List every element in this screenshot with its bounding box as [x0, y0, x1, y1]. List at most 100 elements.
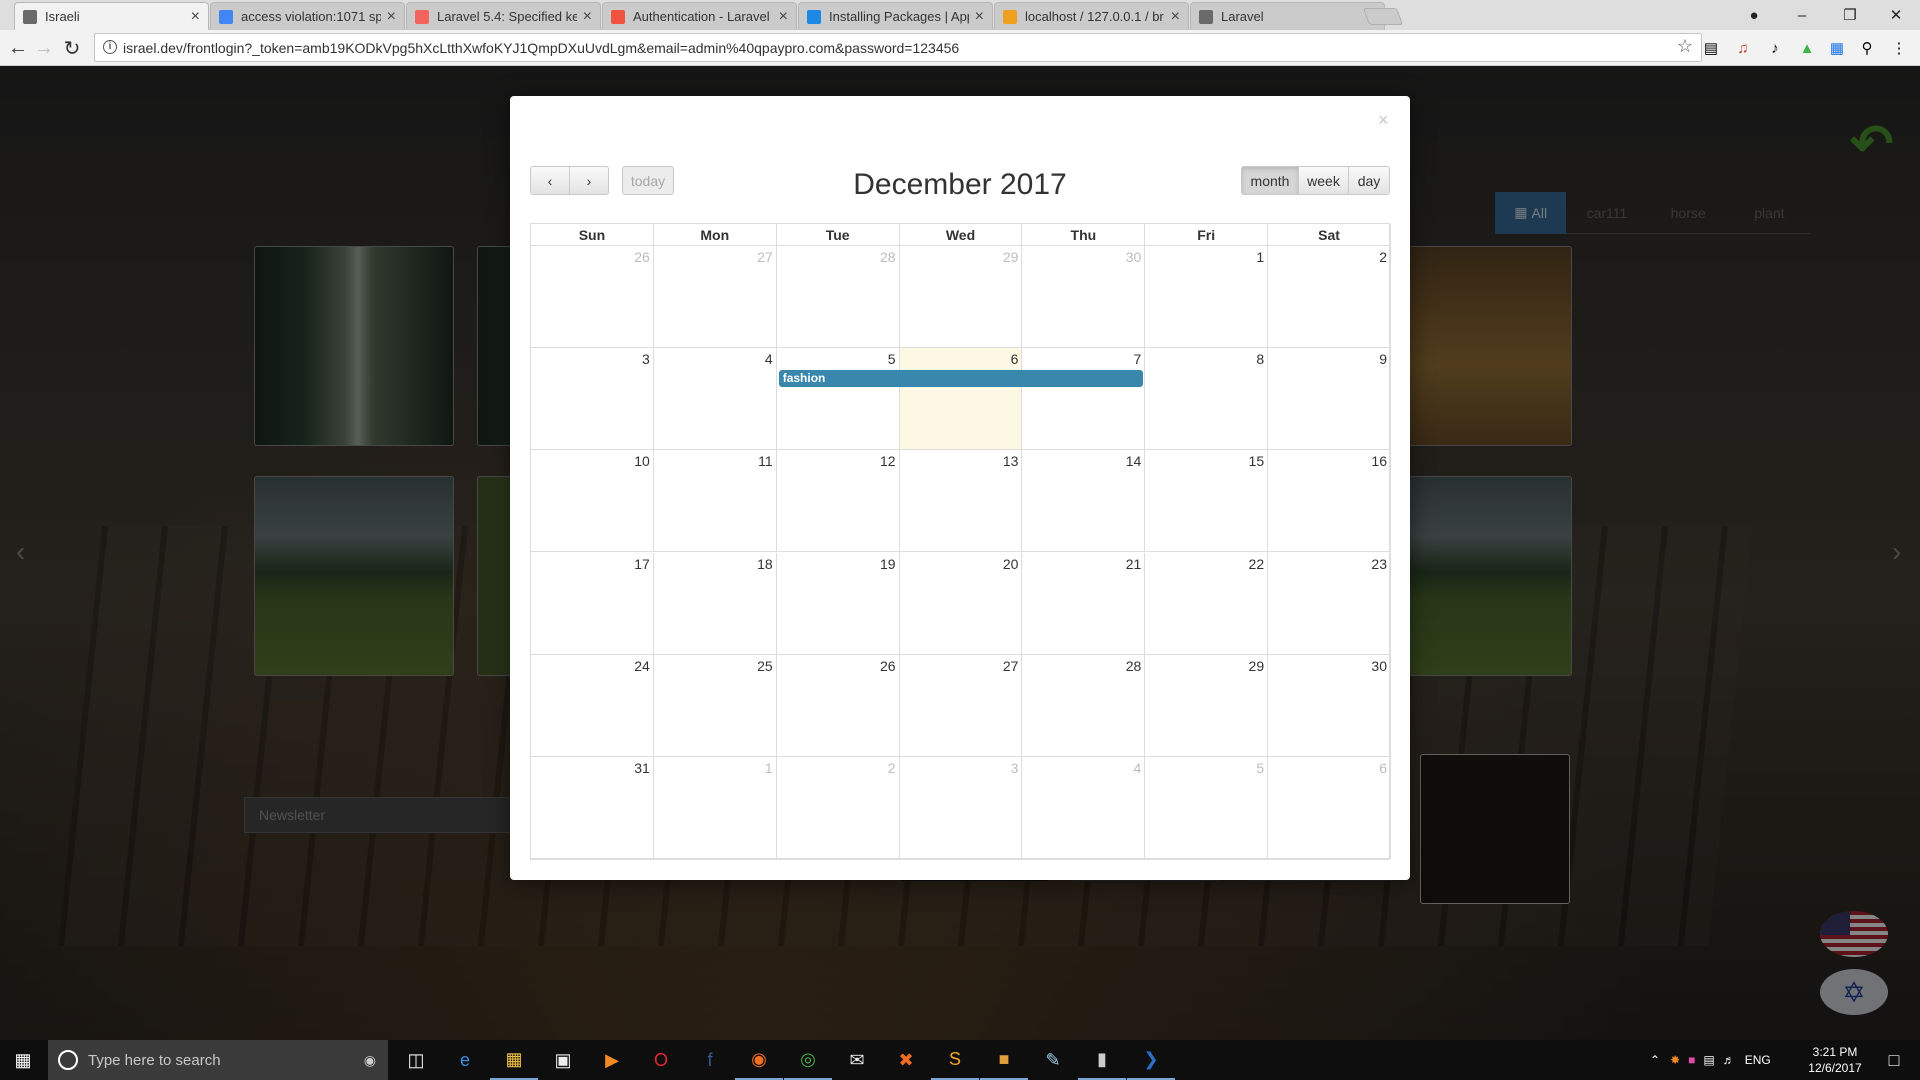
calendar-event[interactable]: fashion	[778, 370, 1144, 388]
day-cell[interactable]: 23	[1268, 552, 1391, 655]
day-cell[interactable]: 26	[776, 654, 900, 757]
taskbar-search-box[interactable]: Type here to search ◉	[48, 1040, 388, 1080]
back-button[interactable]: ←	[4, 34, 32, 62]
headphones-icon[interactable]: ♫	[1732, 37, 1754, 59]
day-cell[interactable]: 3	[899, 756, 1023, 859]
day-cell[interactable]: 27	[653, 246, 777, 349]
browser-tab[interactable]: access violation:1071 sp ×	[210, 2, 405, 30]
opera-icon[interactable]: O	[637, 1040, 685, 1080]
edge-icon[interactable]: e	[441, 1040, 489, 1080]
day-cell[interactable]: 1	[653, 756, 777, 859]
day-cell[interactable]: 16	[1268, 450, 1391, 553]
browser-tab[interactable]: Laravel 5.4: Specified key ×	[406, 2, 601, 30]
day-cell[interactable]: 9	[1268, 348, 1391, 451]
view-month-button[interactable]: month	[1241, 166, 1299, 195]
address-bar[interactable]: i israel.dev/frontlogin?_token=amb19KODk…	[94, 33, 1702, 62]
day-cell[interactable]: 21	[1022, 552, 1146, 655]
chrome-icon[interactable]: ◎	[784, 1040, 832, 1080]
volume-icon[interactable]: ♬	[1723, 1053, 1735, 1067]
modal-close-icon[interactable]: ×	[1378, 110, 1389, 131]
windows-start-button[interactable]: ▦	[0, 1040, 46, 1080]
reload-button[interactable]: ↻	[58, 34, 86, 62]
day-cell[interactable]: 5	[776, 348, 900, 451]
day-cell[interactable]: 20	[899, 552, 1023, 655]
action-center-icon[interactable]: □	[1870, 1040, 1918, 1080]
day-cell[interactable]: 7	[1022, 348, 1146, 451]
day-cell[interactable]: 27	[899, 654, 1023, 757]
tab-close-icon[interactable]: ×	[975, 8, 984, 26]
day-cell[interactable]: 2	[776, 756, 900, 859]
day-cell[interactable]: 2	[1268, 246, 1391, 349]
minimize-button[interactable]: –	[1778, 0, 1826, 30]
powershell-icon[interactable]: ❯	[1127, 1040, 1175, 1080]
language-indicator[interactable]: ENG	[1745, 1053, 1771, 1067]
tab-close-icon[interactable]: ×	[583, 8, 592, 26]
view-week-button[interactable]: week	[1298, 166, 1349, 195]
maximize-button[interactable]: ❐	[1826, 0, 1874, 30]
tab-close-icon[interactable]: ×	[1171, 8, 1180, 26]
mail-icon[interactable]: ✉	[833, 1040, 881, 1080]
day-cell[interactable]: 29	[899, 246, 1023, 349]
browser-tab[interactable]: Authentication - Laravel ×	[602, 2, 797, 30]
firefox-icon[interactable]: ◉	[735, 1040, 783, 1080]
store-icon[interactable]: ▣	[539, 1040, 587, 1080]
day-cell[interactable]: 31	[531, 756, 654, 859]
day-cell[interactable]: 28	[776, 246, 900, 349]
tray-app-icon[interactable]: ✸	[1670, 1053, 1680, 1067]
tab-close-icon[interactable]: ×	[779, 8, 788, 26]
new-tab-button[interactable]	[1362, 8, 1404, 25]
day-cell[interactable]: 12	[776, 450, 900, 553]
bookmark-star-icon[interactable]: ☆	[1677, 36, 1693, 57]
cast-icon[interactable]: ▤	[1700, 37, 1722, 59]
media-player-icon[interactable]: ▶	[588, 1040, 636, 1080]
browser-tab[interactable]: Laravel×	[1190, 2, 1385, 30]
notepad-icon[interactable]: ✎	[1029, 1040, 1077, 1080]
zoom-icon[interactable]: ⚲	[1856, 37, 1878, 59]
day-cell[interactable]: 1	[1145, 246, 1269, 349]
day-cell[interactable]: 6	[1268, 756, 1391, 859]
profile-icon[interactable]: ●	[1730, 0, 1778, 30]
day-cell[interactable]: 11	[653, 450, 777, 553]
day-cell[interactable]: 8	[1145, 348, 1269, 451]
day-cell[interactable]: 24	[531, 654, 654, 757]
browser-tab[interactable]: localhost / 127.0.0.1 / br ×	[994, 2, 1189, 30]
tray-chevron-icon[interactable]: ⌃	[1650, 1053, 1660, 1067]
task-view-icon[interactable]: ◫	[392, 1040, 440, 1080]
forward-button[interactable]: →	[30, 34, 58, 62]
day-cell[interactable]: 17	[531, 552, 654, 655]
translate-icon[interactable]: ▦	[1826, 37, 1848, 59]
browser-tab[interactable]: Installing Packages | App ×	[798, 2, 993, 30]
day-cell-today[interactable]: 6	[899, 348, 1023, 451]
day-cell[interactable]: 13	[899, 450, 1023, 553]
menu-icon[interactable]: ⋮	[1888, 37, 1910, 59]
network-icon[interactable]: ▤	[1703, 1053, 1714, 1067]
microphone-icon[interactable]: ◉	[364, 1052, 376, 1069]
installer-icon[interactable]: ■	[980, 1040, 1028, 1080]
day-cell[interactable]: 4	[653, 348, 777, 451]
day-cell[interactable]: 4	[1022, 756, 1146, 859]
day-cell[interactable]: 3	[531, 348, 654, 451]
day-cell[interactable]: 30	[1268, 654, 1391, 757]
game-icon[interactable]: ▲	[1796, 37, 1818, 59]
browser-tab[interactable]: Israeli ×	[14, 2, 209, 30]
day-cell[interactable]: 30	[1022, 246, 1146, 349]
day-cell[interactable]: 10	[531, 450, 654, 553]
sublime-icon[interactable]: S	[931, 1040, 979, 1080]
tab-close-icon[interactable]: ×	[191, 8, 200, 26]
day-cell[interactable]: 18	[653, 552, 777, 655]
tab-close-icon[interactable]: ×	[387, 8, 396, 26]
day-cell[interactable]: 14	[1022, 450, 1146, 553]
file-explorer-icon[interactable]: ▦	[490, 1040, 538, 1080]
terminal-icon[interactable]: ▮	[1078, 1040, 1126, 1080]
xampp-icon[interactable]: ✖	[882, 1040, 930, 1080]
day-cell[interactable]: 19	[776, 552, 900, 655]
view-day-button[interactable]: day	[1348, 166, 1390, 195]
close-window-button[interactable]: ✕	[1872, 0, 1920, 30]
day-cell[interactable]: 26	[531, 246, 654, 349]
facebook-icon[interactable]: f	[686, 1040, 734, 1080]
day-cell[interactable]: 22	[1145, 552, 1269, 655]
day-cell[interactable]: 25	[653, 654, 777, 757]
music-icon[interactable]: ♪	[1764, 37, 1786, 59]
day-cell[interactable]: 15	[1145, 450, 1269, 553]
page-info-icon[interactable]: i	[103, 40, 117, 54]
